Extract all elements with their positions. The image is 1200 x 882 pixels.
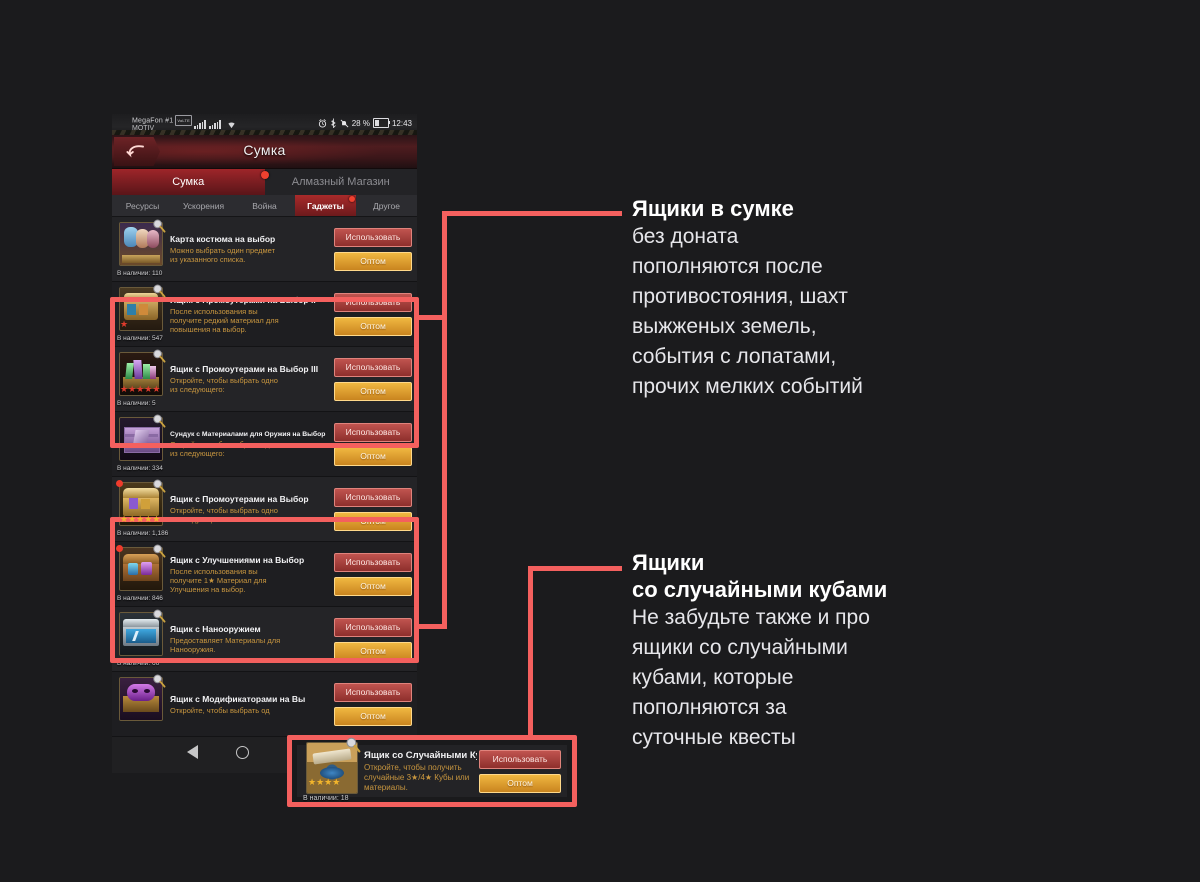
magnifier-icon[interactable] <box>152 414 166 428</box>
magnifier-icon[interactable] <box>152 349 166 363</box>
subtab-war-label: Война <box>252 200 277 211</box>
item-buttons: Использовать Оптом <box>334 227 414 271</box>
callout-qty-label: В наличии: 18 <box>303 795 349 802</box>
mute-bell-icon <box>340 119 349 127</box>
item-qty-label: В наличии: 110 <box>117 270 163 277</box>
game-title-bar: Сумка <box>112 135 417 169</box>
bulk-button[interactable]: Оптом <box>334 446 412 466</box>
item-star-rating: ★ <box>120 319 129 329</box>
item-thumbnail[interactable]: В наличии: 110 <box>117 219 166 277</box>
annotation-random-cubes-title: Ящики со случайными кубами <box>632 550 888 602</box>
subtab-gadgets[interactable]: Гаджеты <box>295 195 356 216</box>
magnifier-icon[interactable] <box>152 219 166 233</box>
connector-top-horizontal <box>442 211 622 216</box>
callout-random-cubes-box: ★★★★ В наличии: 18 Ящик со Случайными Ку… <box>287 735 577 807</box>
item-text: Ящик с Модификаторами на Вы Откройте, что… <box>165 694 334 715</box>
bulk-button[interactable]: Оптом <box>334 251 412 271</box>
tab-bag[interactable]: Сумка <box>112 169 269 195</box>
item-star-rating: ★ ★ ★ ★ ★ <box>120 514 161 524</box>
magnifier-icon[interactable] <box>152 479 166 493</box>
callout-text: Ящик со Случайными Кубами Откройте, чтоб… <box>359 750 479 793</box>
callout-star-rating: ★ ★ ★ ★ <box>308 777 341 787</box>
magnifier-icon[interactable] <box>152 544 166 558</box>
callout-thumbnail[interactable]: ★ ★ ★ ★ В наличии: 18 <box>303 737 361 802</box>
item-name: Карта костюма на выбор <box>170 234 276 244</box>
annotation-bag-boxes-title: Ящики в сумке <box>632 196 794 221</box>
new-item-badge-dot <box>116 480 123 487</box>
annotation-random-cubes: Ящики со случайными кубами Не забудьте т… <box>632 549 1052 753</box>
use-button[interactable]: Использовать <box>334 487 412 507</box>
item-name: Ящик с Промоутерами на Выбор <box>170 494 309 504</box>
bluetooth-icon <box>330 118 336 128</box>
subtab-other[interactable]: Другое <box>356 195 417 216</box>
subtab-speedups[interactable]: Ускорения <box>173 195 234 216</box>
infographic-canvas: MegaFon #1 VoLTE MOTIV 28 % 12:43 Сумка … <box>0 0 1200 882</box>
signal-bars-sim2-icon <box>209 120 221 129</box>
subtab-other-label: Другое <box>372 200 400 211</box>
connector-branch-lower <box>414 624 447 629</box>
tab-diamond-shop[interactable]: Алмазный Магазин <box>265 169 418 195</box>
item-qty-label: В наличии: 334 <box>117 465 163 472</box>
connector-main-vertical <box>442 211 447 629</box>
item-description: Можно выбрать один предмет из указанного… <box>170 246 276 264</box>
connector2-vertical <box>528 566 533 738</box>
connector-branch-upper <box>414 315 447 320</box>
callout-item-desc: Откройте, чтобы получить случайные 3★/4★… <box>364 762 470 792</box>
magnifier-icon[interactable] <box>152 284 166 298</box>
subtab-war[interactable]: Война <box>234 195 295 216</box>
android-status-bar: MegaFon #1 VoLTE MOTIV 28 % 12:43 <box>112 114 417 135</box>
main-tab-bar: Сумка Алмазный Магазин <box>112 169 417 195</box>
callout-use-button[interactable]: Использовать <box>479 749 561 769</box>
subtab-gadgets-label: Гаджеты <box>307 200 344 211</box>
subtab-gadgets-badge-dot <box>349 196 355 202</box>
highlight-box-upgrade-boxes <box>110 517 419 663</box>
battery-percent-label: 28 % <box>351 118 370 128</box>
bulk-button[interactable]: Оптом <box>334 706 412 726</box>
item-buttons: Использовать Оптом <box>334 682 414 726</box>
magnifier-icon[interactable] <box>152 609 166 623</box>
annotation-bag-boxes-body: без доната пополняются после противостоя… <box>632 225 863 398</box>
callout-row[interactable]: ★★★★ В наличии: 18 Ящик со Случайными Ку… <box>297 737 567 802</box>
use-button[interactable]: Использовать <box>334 227 412 247</box>
new-item-badge-dot <box>116 545 123 552</box>
use-button[interactable]: Использовать <box>334 682 412 702</box>
item-star-rating: ★ ★ ★ ★ ★ <box>120 384 161 394</box>
magnifier-icon[interactable] <box>152 674 166 688</box>
callout-item-name: Ящик со Случайными Кубами <box>364 749 477 761</box>
volte-badge: VoLTE <box>175 115 193 126</box>
tab-diamond-shop-label: Алмазный Магазин <box>291 176 390 188</box>
magnifier-icon[interactable] <box>345 737 361 753</box>
subtab-resources-label: Ресурсы <box>125 200 160 211</box>
item-description: Откройте, чтобы выбрать од <box>170 705 270 715</box>
item-name: Ящик с Модификаторами на Вы <box>170 693 306 704</box>
subtab-resources[interactable]: Ресурсы <box>112 195 173 216</box>
wifi-icon <box>228 122 235 129</box>
page-title: Сумка <box>243 142 286 158</box>
nav-home-circle-icon[interactable] <box>236 746 249 759</box>
item-thumbnail[interactable] <box>117 674 166 732</box>
battery-icon <box>372 118 391 128</box>
table-row[interactable]: В наличии: 110 Карта костюма на выбор Можн… <box>112 217 417 282</box>
signal-bars-sim1-icon <box>194 120 206 129</box>
annotation-bag-boxes: Ящики в сумке без доната пополняются пос… <box>632 195 1052 402</box>
callout-buttons: Использовать Оптом <box>479 749 563 793</box>
clock-label: 12:43 <box>391 118 412 128</box>
tab-bag-label: Сумка <box>172 176 205 188</box>
status-right-cluster: 28 % 12:43 <box>318 118 412 128</box>
callout-bulk-button[interactable]: Оптом <box>479 773 561 793</box>
alarm-icon <box>318 118 326 128</box>
nav-back-triangle-icon[interactable] <box>187 745 198 759</box>
table-row[interactable]: Ящик с Модификаторами на Вы Откройте, что… <box>112 672 417 737</box>
sub-tab-bar: Ресурсы Ускорения Война Гаджеты Другое <box>112 195 417 217</box>
connector2-horizontal <box>528 566 622 571</box>
annotation-random-cubes-body: Не забудьте также и про ящики со случайн… <box>632 606 870 749</box>
subtab-speedups-label: Ускорения <box>182 200 225 211</box>
item-text: Карта костюма на выбор Можно выбрать один… <box>165 234 334 264</box>
